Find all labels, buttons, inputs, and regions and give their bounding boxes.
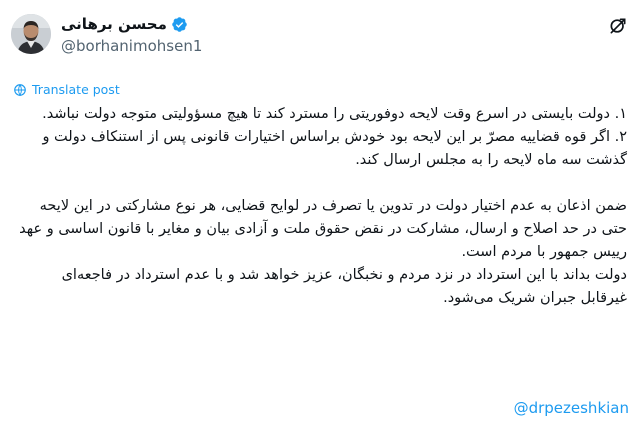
handle[interactable]: @borhanimohsen1: [61, 36, 202, 56]
post-text: ۱. دولت بایستی در اسرع وقت لایحه دوفوریت…: [15, 103, 627, 310]
post-card: محسن برهانی @borhanimohsen1 Translate po…: [0, 0, 643, 429]
mention-link[interactable]: @drpezeshkian: [514, 399, 629, 417]
avatar-image: [11, 14, 51, 54]
translate-icon: [14, 83, 26, 96]
grok-icon[interactable]: [608, 16, 628, 36]
post-paragraph-3: ضمن اذعان به عدم اختیار دولت در تدوین یا…: [19, 198, 627, 260]
post-paragraph-1: ۱. دولت بایستی در اسرع وقت لایحه دوفوریت…: [42, 106, 627, 122]
translate-post-button[interactable]: Translate post: [13, 82, 120, 97]
avatar[interactable]: [11, 14, 51, 54]
post-paragraph-4: دولت بداند با این استرداد در نزد مردم و …: [61, 267, 627, 306]
display-name[interactable]: محسن برهانی: [61, 14, 167, 34]
translate-post-label: Translate post: [32, 82, 120, 97]
post-paragraph-2: ۲. اگر قوه قضاییه مصرّ بر این لایحه بود …: [42, 129, 627, 168]
name-row: محسن برهانی: [61, 14, 202, 34]
author-block: محسن برهانی @borhanimohsen1: [61, 14, 202, 56]
verified-badge-icon[interactable]: [171, 16, 188, 33]
